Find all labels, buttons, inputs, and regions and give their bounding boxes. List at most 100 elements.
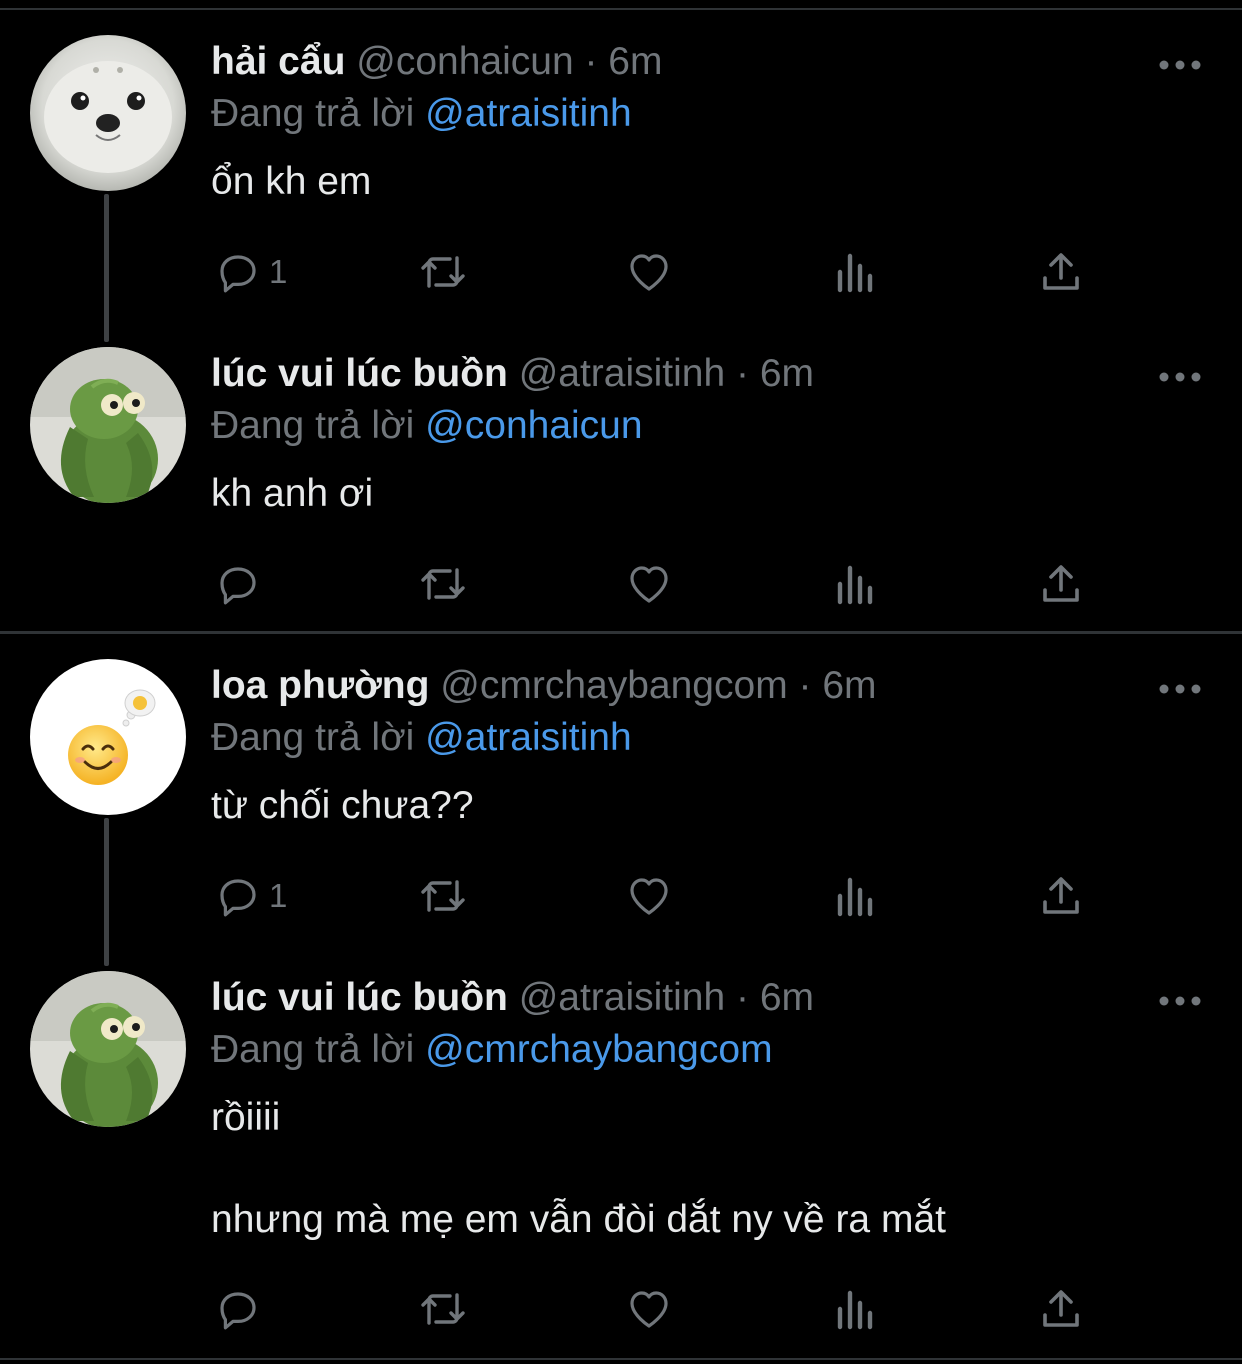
- tweet-paragraph: từ chối chưa??: [211, 784, 474, 827]
- share-button[interactable]: [1038, 1284, 1084, 1334]
- retweet-button[interactable]: [417, 559, 469, 609]
- view-stats-button[interactable]: [834, 871, 878, 921]
- user-handle[interactable]: @conhaicun: [356, 40, 573, 83]
- replying-prefix: Đang trả lời: [211, 92, 415, 135]
- tweet-header: lúc vui lúc buồn @atraisitinh · 6m: [211, 351, 814, 397]
- avatar[interactable]: [30, 347, 186, 503]
- green-plush-avatar-icon: [30, 347, 186, 503]
- display-name[interactable]: loa phường: [211, 664, 429, 707]
- reply-icon: [220, 1292, 256, 1330]
- tweet-header: lúc vui lúc buồn @atraisitinh · 6m: [211, 975, 814, 1021]
- replying-prefix: Đang trả lời: [211, 716, 415, 759]
- heart-icon: [630, 566, 668, 603]
- retweet-button[interactable]: [417, 247, 469, 297]
- display-name[interactable]: lúc vui lúc buồn: [211, 352, 508, 395]
- tweet-paragraph: rồiiii: [211, 1096, 281, 1139]
- tweet-paragraph: ổn kh em: [211, 160, 372, 203]
- timestamp[interactable]: · 6m: [584, 40, 662, 83]
- share-icon: [1043, 253, 1079, 290]
- retweet-button[interactable]: [417, 871, 469, 921]
- tweet[interactable]: hải cẩu @conhaicun · 6m Đang trả lời @at…: [0, 35, 1242, 335]
- bottom-divider: [0, 1358, 1242, 1360]
- heart-icon: [630, 254, 668, 291]
- analytics-icon: [837, 1290, 873, 1330]
- green-plush-avatar-icon: [30, 971, 186, 1127]
- analytics-icon: [837, 877, 873, 917]
- reply-mention-link[interactable]: @cmrchaybangcom: [425, 1028, 772, 1071]
- view-stats-button[interactable]: [834, 559, 878, 609]
- retweet-icon: [421, 568, 465, 600]
- thread-divider: [0, 631, 1242, 634]
- reply-count: 1: [269, 253, 288, 290]
- like-button[interactable]: [625, 559, 673, 609]
- timestamp[interactable]: · 6m: [736, 976, 814, 1019]
- seal-avatar-icon: [30, 35, 186, 191]
- action-bar: 1: [0, 871, 1242, 921]
- reply-icon: [220, 567, 256, 605]
- user-handle[interactable]: @cmrchaybangcom: [440, 664, 787, 707]
- reply-mention-link[interactable]: @atraisitinh: [425, 92, 632, 135]
- tweet-paragraph: kh anh ơi: [211, 472, 374, 515]
- view-stats-button[interactable]: [834, 1284, 878, 1334]
- tweet-text: từ chối chưa??: [211, 783, 474, 829]
- tweet[interactable]: lúc vui lúc buồn @atraisitinh · 6m Đang …: [0, 347, 1242, 627]
- reply-icon: [220, 255, 256, 293]
- retweet-icon: [421, 1293, 465, 1325]
- reply-icon: [220, 879, 256, 917]
- replying-to: Đang trả lời @cmrchaybangcom: [211, 1027, 773, 1073]
- user-handle[interactable]: @atraisitinh: [519, 976, 726, 1019]
- like-button[interactable]: [625, 1284, 673, 1334]
- analytics-icon: [837, 565, 873, 605]
- reply-mention-link[interactable]: @conhaicun: [425, 404, 642, 447]
- heart-icon: [630, 878, 668, 915]
- display-name[interactable]: lúc vui lúc buồn: [211, 976, 508, 1019]
- avatar[interactable]: [30, 659, 186, 815]
- share-button[interactable]: [1038, 247, 1084, 297]
- action-bar: 1: [0, 247, 1242, 297]
- timestamp[interactable]: · 6m: [736, 352, 814, 395]
- tweet-text: kh anh ơi: [211, 471, 373, 517]
- reply-button[interactable]: [213, 1284, 269, 1334]
- share-icon: [1043, 565, 1079, 602]
- more-options-icon[interactable]: [1157, 369, 1203, 385]
- analytics-icon: [837, 253, 873, 293]
- tweet[interactable]: loa phường @cmrchaybangcom · 6m Đang trả…: [0, 659, 1242, 959]
- tweet-paragraph: nhưng mà mẹ em vẫn đòi dắt ny về ra mắt: [211, 1198, 946, 1241]
- top-divider: [0, 8, 1242, 10]
- tweet-text: ổn kh em: [211, 159, 371, 205]
- more-options-icon[interactable]: [1157, 993, 1203, 1009]
- heart-icon: [630, 1291, 668, 1328]
- action-bar: [0, 559, 1242, 609]
- retweet-icon: [421, 256, 465, 288]
- action-bar: [0, 1284, 1242, 1334]
- tweet-text: rồiiii nhưng mà mẹ em vẫn đòi dắt ny về …: [211, 1095, 946, 1243]
- reply-button[interactable]: [213, 559, 269, 609]
- timestamp[interactable]: · 6m: [799, 664, 877, 707]
- smiley-avatar-icon: [30, 659, 186, 815]
- share-button[interactable]: [1038, 871, 1084, 921]
- tweet-header: loa phường @cmrchaybangcom · 6m: [211, 663, 877, 709]
- more-options-icon[interactable]: [1157, 57, 1203, 73]
- replying-to: Đang trả lời @conhaicun: [211, 403, 643, 449]
- retweet-button[interactable]: [417, 1284, 469, 1334]
- avatar[interactable]: [30, 971, 186, 1127]
- reply-button[interactable]: 1: [213, 247, 287, 297]
- replying-to: Đang trả lời @atraisitinh: [211, 91, 632, 137]
- replying-prefix: Đang trả lời: [211, 1028, 415, 1071]
- more-options-icon[interactable]: [1157, 681, 1203, 697]
- view-stats-button[interactable]: [834, 247, 878, 297]
- tweet[interactable]: lúc vui lúc buồn @atraisitinh · 6m Đang …: [0, 971, 1242, 1356]
- tweet-header: hải cẩu @conhaicun · 6m: [211, 39, 662, 85]
- user-handle[interactable]: @atraisitinh: [519, 352, 726, 395]
- display-name[interactable]: hải cẩu: [211, 40, 345, 83]
- like-button[interactable]: [625, 871, 673, 921]
- like-button[interactable]: [625, 247, 673, 297]
- reply-mention-link[interactable]: @atraisitinh: [425, 716, 632, 759]
- share-button[interactable]: [1038, 559, 1084, 609]
- share-icon: [1043, 1290, 1079, 1327]
- retweet-icon: [421, 880, 465, 912]
- replying-to: Đang trả lời @atraisitinh: [211, 715, 632, 761]
- avatar[interactable]: [30, 35, 186, 191]
- reply-button[interactable]: 1: [213, 871, 287, 921]
- replying-prefix: Đang trả lời: [211, 404, 415, 447]
